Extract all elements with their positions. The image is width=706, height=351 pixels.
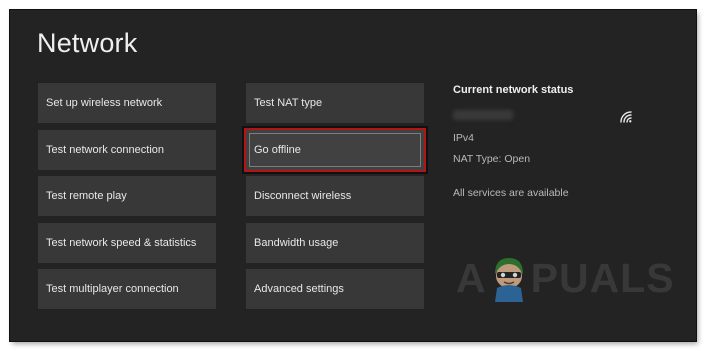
test-multiplayer-connection-button[interactable]: Test multiplayer connection (38, 269, 216, 309)
test-remote-play-button[interactable]: Test remote play (38, 176, 216, 216)
mascot-icon (494, 258, 523, 302)
set-up-wireless-network-button[interactable]: Set up wireless network (38, 83, 216, 123)
network-settings-screen: Network Set up wireless network Test net… (10, 10, 696, 341)
watermark-letter-a: A (456, 254, 487, 301)
advanced-settings-button[interactable]: Advanced settings (246, 269, 424, 309)
network-name-redacted (453, 110, 513, 120)
wifi-icon (620, 111, 632, 123)
go-offline-button[interactable]: Go offline (246, 130, 424, 170)
bandwidth-usage-button[interactable]: Bandwidth usage (246, 223, 424, 263)
page-title: Network (37, 28, 138, 58)
appuals-watermark-logo: A PUALS (456, 253, 675, 303)
test-network-connection-button[interactable]: Test network connection (38, 130, 216, 170)
watermark-letters: PUALS (530, 254, 675, 301)
ip-version-text: IPv4 (453, 132, 475, 144)
network-status-heading: Current network status (453, 84, 574, 96)
disconnect-wireless-button[interactable]: Disconnect wireless (246, 176, 424, 216)
test-network-speed-button[interactable]: Test network speed & statistics (38, 223, 216, 263)
nat-type-text: NAT Type: Open (453, 153, 531, 165)
test-nat-type-button[interactable]: Test NAT type (246, 83, 424, 123)
services-status-text: All services are available (453, 187, 569, 199)
